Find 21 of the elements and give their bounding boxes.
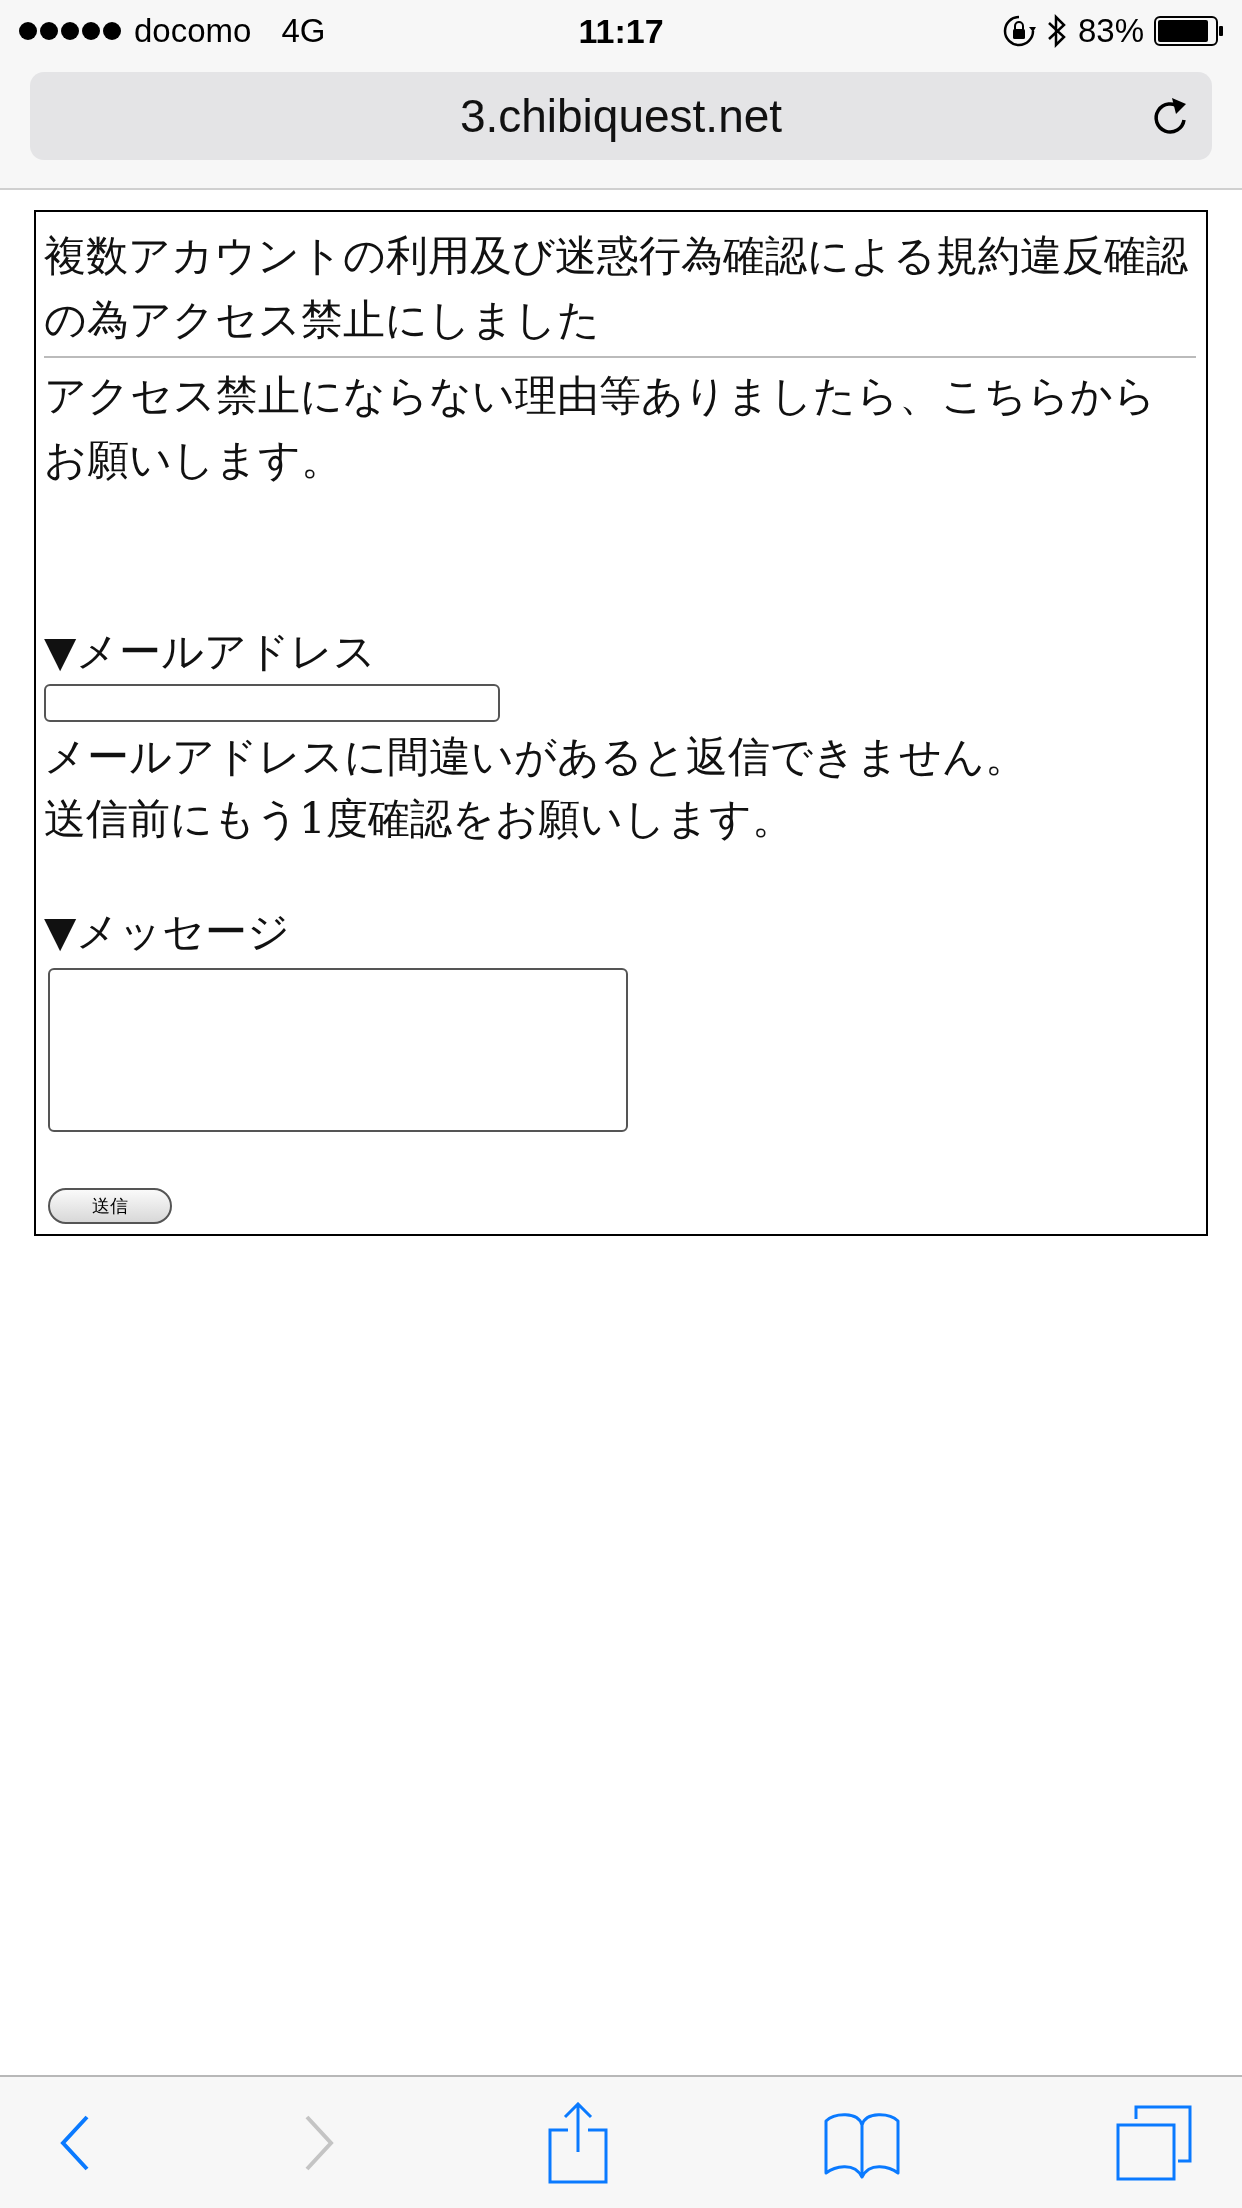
- rotation-lock-icon: [1001, 14, 1036, 48]
- carrier-name: docomo: [134, 12, 252, 50]
- ban-title: 複数アカウントの利用及び迷惑行為確認による規約違反確認の為アクセス禁止にしました: [44, 230, 1189, 346]
- submit-button[interactable]: 送信: [48, 1188, 172, 1224]
- battery-percent: 83%: [1077, 12, 1144, 50]
- message-field[interactable]: [48, 968, 628, 1132]
- note-text: 送信前にもう1度確認をお願いします。: [44, 793, 795, 845]
- status-time: 11:17: [578, 11, 664, 51]
- signal-icon: [18, 21, 124, 41]
- url-text: 3.chibiquest.net: [459, 89, 783, 143]
- field-label: ▼メッセージ: [44, 906, 292, 958]
- address-bar[interactable]: 3.chibiquest.net: [30, 72, 1212, 160]
- note-text: メールアドレスに間違いがあると返信できません。: [44, 731, 1028, 783]
- notice-text: アクセス禁止にならない理由等ありましたら、こちらからお願いします。: [44, 370, 1157, 486]
- share-icon[interactable]: [548, 2101, 608, 2184]
- email-field[interactable]: [44, 684, 500, 722]
- tabs-icon[interactable]: [1116, 2104, 1192, 2181]
- back-icon[interactable]: [60, 2114, 90, 2171]
- network-type: 4G: [281, 12, 326, 50]
- battery-icon: [1154, 16, 1224, 46]
- field-label: ▼メールアドレス: [44, 626, 378, 678]
